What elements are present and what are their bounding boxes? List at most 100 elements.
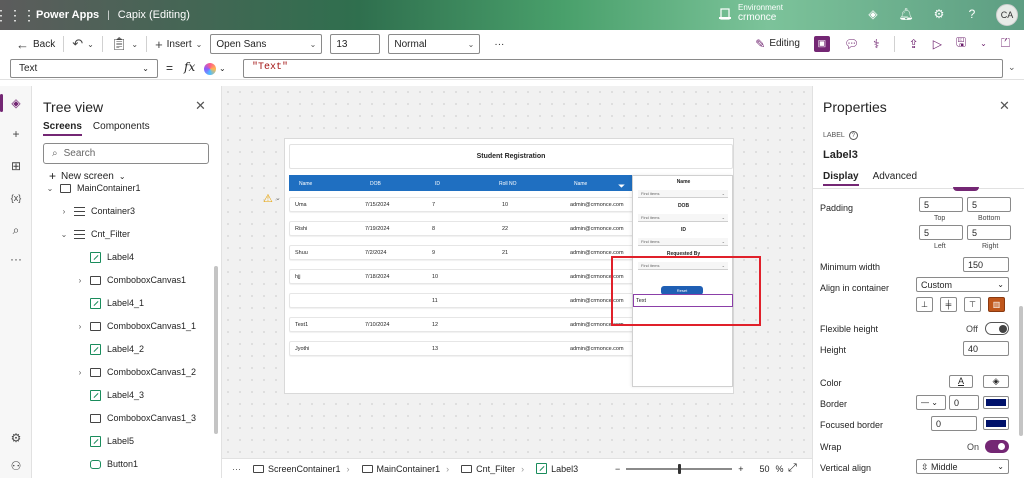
formula-input[interactable]: "Text"	[243, 59, 1003, 78]
align-center-icon[interactable]: ╪	[940, 297, 957, 312]
app-name[interactable]: Power Apps	[36, 9, 99, 21]
align-start-icon[interactable]: ⊥	[916, 297, 933, 312]
height-input[interactable]: 40	[963, 341, 1009, 356]
back-button[interactable]: ← Back	[16, 33, 55, 55]
chevron-down-icon[interactable]: ⌄	[980, 39, 987, 48]
comment-icon[interactable]: 💬︎	[844, 37, 859, 51]
zoom-slider-thumb[interactable]	[678, 464, 682, 474]
insert-button[interactable]: + Insert ⌄	[155, 33, 202, 55]
table-row[interactable]: hjj 7/18/2024 10 admin@crmonce.com	[289, 269, 634, 284]
filter-id-combobox[interactable]: Find items ⌄	[638, 238, 728, 246]
copilot-icon[interactable]: ◈	[865, 6, 881, 22]
table-row[interactable]: Shuu 7/2/2024 9 21 admin@crmonce.com	[289, 245, 634, 260]
tree-item[interactable]: ComboboxCanvas1_3	[76, 407, 196, 429]
help-icon[interactable]: ?	[848, 131, 858, 140]
close-icon[interactable]: ✕	[999, 98, 1010, 114]
breadcrumb-item[interactable]: ScreenContainer1 ›	[253, 464, 356, 474]
tree-item[interactable]: Label4_3	[76, 384, 144, 406]
tree-item[interactable]: › Container3	[60, 200, 135, 222]
expand-formula-icon[interactable]: ⌄	[1008, 62, 1016, 73]
padding-bottom-input[interactable]: 5	[967, 197, 1011, 212]
wrap-toggle[interactable]	[985, 440, 1009, 453]
environment-picker[interactable]: Environment crmonce	[718, 3, 783, 24]
editing-button[interactable]: ✎ Editing	[755, 37, 800, 51]
breadcrumb-item[interactable]: MainContainer1 ›	[361, 464, 456, 474]
tree-item[interactable]: › ComboboxCanvas1_2	[76, 361, 196, 383]
data-icon[interactable]: ⊞	[6, 156, 26, 176]
tab-display[interactable]: Display	[823, 171, 859, 186]
border-color-picker[interactable]	[983, 396, 1009, 409]
search-input[interactable]: ⌕ Search	[43, 143, 209, 164]
play-icon[interactable]: ▷	[933, 37, 942, 51]
gear-icon[interactable]: ⚙	[6, 428, 26, 448]
tree-item[interactable]: Label4	[76, 246, 134, 268]
focused-border-color-picker[interactable]	[983, 417, 1009, 430]
font-weight-select[interactable]: Normal ⌄	[388, 34, 481, 54]
tree-item[interactable]: Label4_1	[76, 292, 144, 314]
tree-item[interactable]: ⌄ Cnt_Filter	[60, 223, 130, 245]
save-icon[interactable]: 🖫	[956, 33, 966, 54]
paste-button[interactable]: 📋︎ ⌄	[111, 33, 138, 55]
padding-right-input[interactable]: 5	[967, 225, 1011, 240]
stethoscope-icon[interactable]: ⚕	[873, 37, 880, 51]
close-icon[interactable]: ✕	[195, 98, 206, 114]
tree-item[interactable]: Label4_2	[76, 338, 144, 360]
tree-item[interactable]: › ComboboxCanvas1_1	[76, 315, 196, 337]
table-row[interactable]: Jyothi 13 admin@crmonce.com	[289, 341, 634, 356]
plus-icon[interactable]: +	[6, 124, 26, 144]
property-select[interactable]: Text ⌄	[10, 59, 158, 78]
account-icon[interactable]: ⚇	[6, 456, 26, 476]
font-size-input[interactable]: 13	[330, 34, 381, 54]
app-launcher-icon[interactable]: ⋮⋮⋮	[0, 0, 36, 30]
properties-scrollbar[interactable]	[1019, 306, 1023, 436]
warning-icon[interactable]: ⚠	[263, 192, 273, 205]
share-icon[interactable]: ⇪	[909, 37, 919, 51]
tree-item[interactable]: Label5	[76, 430, 134, 452]
table-row[interactable]: 11 admin@crmonce.com	[289, 293, 634, 308]
zoom-in-button[interactable]: +	[738, 464, 743, 474]
copilot-formula-button[interactable]: ⌄	[204, 59, 240, 78]
fit-to-window-icon[interactable]: ⤢	[788, 462, 797, 475]
filter-dob-combobox[interactable]: Find items ⌄	[638, 214, 728, 222]
vertical-align-select[interactable]: ⇳ Middle ⌄	[916, 459, 1009, 474]
table-row[interactable]: Uma 7/15/2024 7 10 admin@crmonce.com	[289, 197, 634, 212]
bell-icon[interactable]: 🔔︎	[898, 6, 914, 22]
font-family-select[interactable]: Open Sans ⌄	[210, 34, 323, 54]
control-name[interactable]: Label3	[823, 149, 858, 161]
filter-name-combobox[interactable]: Find items ⌄	[638, 190, 728, 198]
breadcrumb-item[interactable]: Cnt_Filter ›	[461, 464, 530, 474]
border-width-input[interactable]: 0	[949, 395, 979, 410]
more-icon[interactable]: ···	[6, 249, 26, 269]
help-icon[interactable]: ?	[964, 6, 980, 22]
zoom-out-button[interactable]: −	[615, 464, 620, 474]
avatar[interactable]: CA	[996, 4, 1018, 26]
tab-screens[interactable]: Screens	[43, 121, 82, 136]
zoom-slider[interactable]	[626, 464, 733, 474]
search-icon[interactable]: ⌕	[6, 220, 26, 240]
tab-components[interactable]: Components	[93, 121, 150, 136]
filter-icon[interactable]: ⏷	[618, 181, 625, 192]
more-icon[interactable]: ···	[232, 464, 241, 474]
app-view-icon[interactable]: ▣	[813, 35, 830, 52]
layers-icon[interactable]: ◈	[6, 93, 26, 113]
tree-item[interactable]: Button1	[76, 453, 138, 475]
tree-scrollbar[interactable]	[214, 266, 218, 434]
table-row[interactable]: Test1 7/10/2024 12 admin@crmonce.com	[289, 317, 634, 332]
variables-icon[interactable]: {x}	[6, 188, 26, 208]
padding-top-input[interactable]: 5	[919, 197, 963, 212]
tab-advanced[interactable]: Advanced	[873, 171, 917, 186]
flexible-height-toggle[interactable]	[985, 322, 1009, 335]
undo-button[interactable]: ↶ ⌄	[72, 33, 94, 55]
tree-item[interactable]: › ComboboxCanvas1	[76, 269, 186, 291]
chevron-down-icon[interactable]: ⌄	[275, 194, 281, 202]
design-canvas[interactable]: ⚠ ⌄ Student Registration Name DOB ID Rol…	[222, 86, 812, 458]
focused-border-input[interactable]: 0	[931, 416, 977, 431]
align-in-container-select[interactable]: Custom ⌄	[916, 277, 1009, 292]
min-width-input[interactable]: 150	[963, 257, 1009, 272]
text-color-picker[interactable]: A	[949, 375, 973, 388]
tree-item[interactable]: ⌄ MainContainer1	[46, 177, 141, 199]
align-end-icon[interactable]: ⊤	[964, 297, 981, 312]
gear-icon[interactable]: ⚙	[931, 6, 947, 22]
fill-color-picker[interactable]: ◈	[983, 375, 1009, 388]
table-row[interactable]: Rishi 7/19/2024 8 22 admin@crmonce.com	[289, 221, 634, 236]
